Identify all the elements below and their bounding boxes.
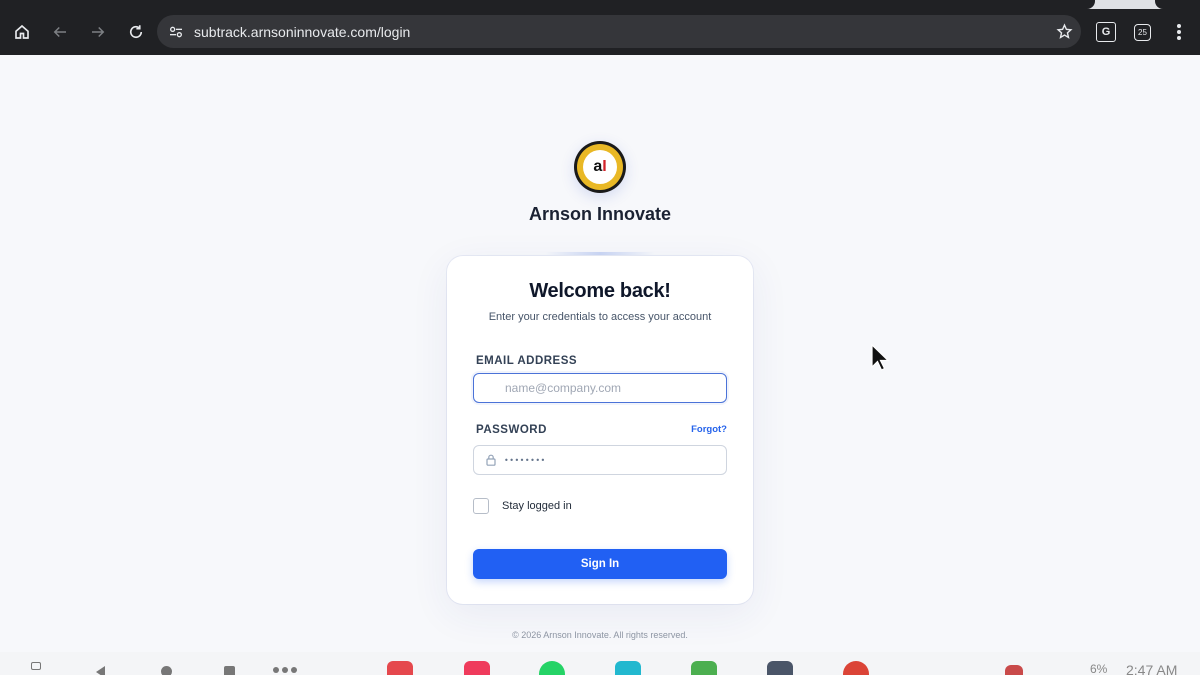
forward-icon (92, 26, 105, 38)
tab-strip-bar-right (1155, 0, 1200, 9)
notification-icon (1005, 665, 1023, 675)
email-field[interactable]: name@company.com (473, 373, 727, 403)
canva-icon[interactable] (615, 661, 641, 675)
brand-name: Arnson Innovate (528, 204, 671, 224)
email-placeholder[interactable]: name@company.com (505, 381, 621, 395)
nav-recents-icon[interactable] (224, 666, 235, 675)
back-icon (53, 26, 66, 38)
login-card: Welcome back! Enter your credentials to … (447, 256, 753, 604)
url-text[interactable]: subtrack.arnsoninnovate.com/login (194, 24, 410, 40)
page-subtitle: Enter your credentials to access your ac… (488, 311, 712, 323)
chrome-icon[interactable] (843, 661, 869, 675)
company-logo: aI (574, 141, 626, 193)
more-apps-icon[interactable] (273, 667, 297, 673)
logo-letter-i: I (602, 158, 607, 175)
browser-toolbar: subtrack.arnsoninnovate.com/login G 25 (0, 9, 1200, 55)
star-icon[interactable] (1056, 23, 1073, 40)
stay-logged-in-checkbox[interactable] (473, 498, 489, 514)
password-label: PASSWORD (476, 424, 547, 436)
forgot-password-link[interactable]: Forgot? (691, 424, 727, 435)
email-label: EMAIL ADDRESS (476, 355, 578, 367)
battery-level: 6% (1090, 662, 1108, 675)
stay-logged-in-label[interactable]: Stay logged in (502, 500, 572, 512)
card-glow (545, 252, 655, 255)
tab-count: 25 (1138, 27, 1147, 37)
logo-letter-a: a (593, 158, 603, 175)
tab-strip-bar (0, 0, 1095, 9)
tab-counter-icon[interactable]: 25 (1134, 23, 1151, 41)
back-button[interactable] (41, 13, 79, 51)
app-drawer-icon[interactable] (31, 662, 41, 670)
site-info-icon[interactable] (168, 24, 184, 40)
files-app-icon[interactable] (691, 661, 717, 675)
footer-copyright: © 2026 Arnson Innovate. All rights reser… (512, 630, 688, 640)
system-taskbar: 6% 2:47 AM (0, 652, 1200, 675)
video-app-icon[interactable] (464, 661, 490, 675)
translate-glyph: G (1101, 26, 1111, 38)
sign-in-button[interactable]: Sign In (473, 549, 727, 579)
menu-icon[interactable] (1177, 24, 1181, 40)
clock: 2:47 AM (1126, 662, 1178, 675)
mouse-cursor-icon (871, 343, 890, 371)
page-title: Welcome back! (529, 280, 671, 302)
reload-icon (129, 25, 143, 39)
lock-icon (486, 454, 496, 466)
login-page: aI Arnson Innovate Welcome back! Enter y… (0, 55, 1200, 652)
translate-icon[interactable]: G (1096, 22, 1116, 42)
nav-back-icon[interactable] (96, 666, 105, 675)
home-button[interactable] (3, 13, 41, 51)
home-icon (15, 24, 29, 39)
address-bar[interactable]: subtrack.arnsoninnovate.com/login (157, 15, 1081, 48)
forward-button[interactable] (79, 13, 117, 51)
nav-home-icon[interactable] (161, 666, 172, 675)
whatsapp-icon[interactable] (539, 661, 565, 675)
password-field[interactable]: •••••••• (473, 445, 727, 475)
reload-button[interactable] (117, 13, 155, 51)
cloud-app-icon[interactable] (767, 661, 793, 675)
soundwave-app-icon[interactable] (387, 661, 413, 675)
password-value[interactable]: •••••••• (504, 456, 546, 465)
